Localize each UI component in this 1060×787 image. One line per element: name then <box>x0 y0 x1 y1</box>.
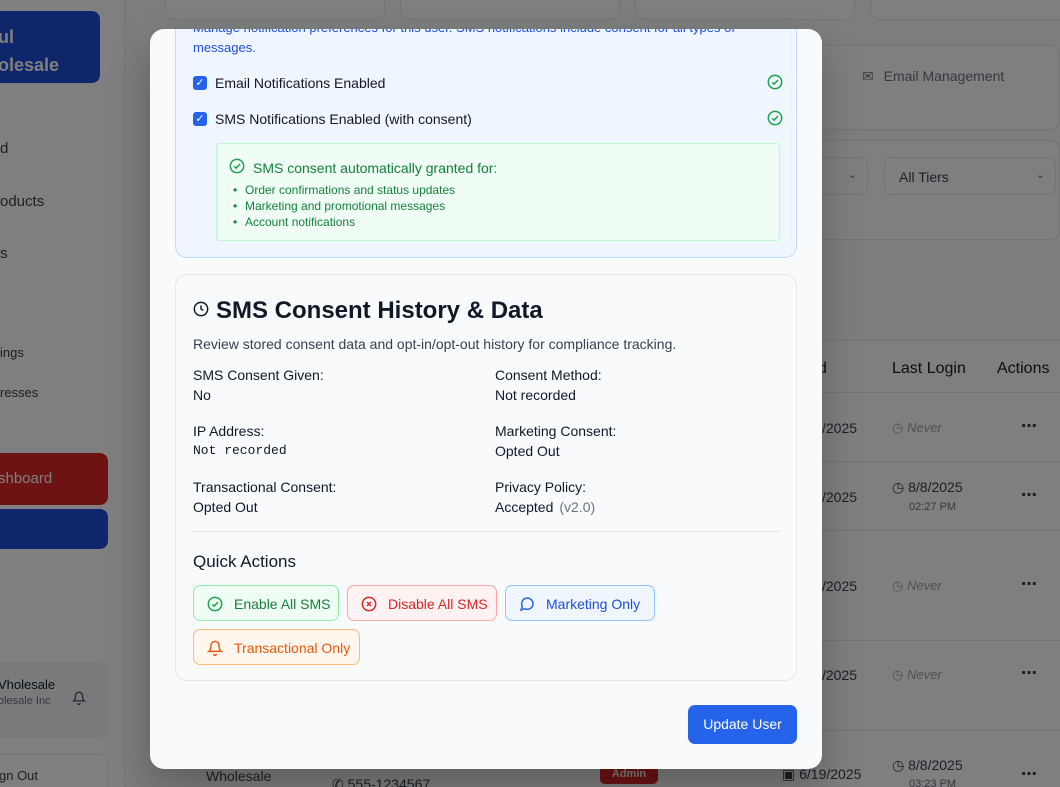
marketing-consent-field: Marketing Consent: Opted Out <box>495 423 616 459</box>
field-value-row: Accepted (v2.0) <box>495 499 595 515</box>
section-description: Review stored consent data and opt-in/op… <box>193 336 677 352</box>
clock-icon <box>193 301 209 317</box>
field-label: Consent Method: <box>495 367 602 383</box>
quick-actions-title: Quick Actions <box>193 552 296 571</box>
sms-notifications-checkbox[interactable]: ✓ <box>193 112 207 126</box>
transactional-consent-field: Transactional Consent: Opted Out <box>193 479 336 515</box>
sms-consent-given-field: SMS Consent Given: No <box>193 367 324 403</box>
sms-consent-history-panel: SMS Consent History & Data Review stored… <box>175 274 797 681</box>
sms-notifications-label[interactable]: SMS Notifications Enabled (with consent) <box>215 111 472 127</box>
bell-icon <box>207 640 223 656</box>
enable-all-sms-button[interactable]: Enable All SMS <box>193 585 339 621</box>
privacy-policy-field: Privacy Policy: Accepted (v2.0) <box>495 479 595 515</box>
policy-version: (v2.0) <box>559 499 596 515</box>
consent-method-field: Consent Method: Not recorded <box>495 367 602 403</box>
update-user-button[interactable]: Update User <box>688 705 797 744</box>
email-notifications-checkbox[interactable]: ✓ <box>193 76 207 90</box>
check-circle-icon <box>767 74 783 90</box>
notification-description: Manage notification preferences for this… <box>193 29 735 55</box>
edit-user-modal: Manage notification preferences for this… <box>150 29 822 769</box>
field-label: Transactional Consent: <box>193 479 337 495</box>
button-label: Transactional Only <box>234 640 351 656</box>
check-circle-icon <box>767 110 783 126</box>
field-label: Marketing Consent: <box>495 423 617 439</box>
field-value: Not recorded <box>495 387 576 403</box>
message-circle-icon <box>519 597 534 612</box>
email-notifications-label[interactable]: Email Notifications Enabled <box>215 75 385 91</box>
check-circle-icon <box>229 158 245 174</box>
field-label: SMS Consent Given: <box>193 367 324 383</box>
sms-notifications-row: ✓ SMS Notifications Enabled (with consen… <box>193 110 783 130</box>
email-notifications-row: ✓ Email Notifications Enabled <box>193 74 783 94</box>
transactional-only-button[interactable]: Transactional Only <box>193 629 360 665</box>
field-value: No <box>193 387 211 403</box>
field-value: Opted Out <box>193 499 258 515</box>
check-circle-icon <box>207 596 223 612</box>
field-value: Accepted <box>495 499 554 515</box>
sms-consent-list: Order confirmations and status updates M… <box>233 182 455 230</box>
ip-address-field: IP Address: Not recorded <box>193 423 287 458</box>
divider <box>193 531 781 532</box>
field-label: IP Address: <box>193 423 265 439</box>
notification-preferences-panel: Manage notification preferences for this… <box>175 29 797 258</box>
field-label: Privacy Policy: <box>495 479 587 495</box>
button-label: Marketing Only <box>546 596 641 612</box>
sms-consent-title: SMS consent automatically granted for: <box>253 160 498 176</box>
field-value: Opted Out <box>495 443 560 459</box>
marketing-only-button[interactable]: Marketing Only <box>505 585 655 621</box>
list-item: Order confirmations and status updates <box>233 182 455 198</box>
disable-all-sms-button[interactable]: Disable All SMS <box>347 585 497 621</box>
button-label: Enable All SMS <box>234 596 331 612</box>
list-item: Marketing and promotional messages <box>233 198 455 214</box>
field-value: Not recorded <box>193 443 287 458</box>
list-item: Account notifications <box>233 214 455 230</box>
sms-consent-info-box: SMS consent automatically granted for: O… <box>216 143 780 241</box>
x-circle-icon <box>361 596 377 612</box>
button-label: Disable All SMS <box>388 596 488 612</box>
section-title: SMS Consent History & Data <box>216 297 543 324</box>
